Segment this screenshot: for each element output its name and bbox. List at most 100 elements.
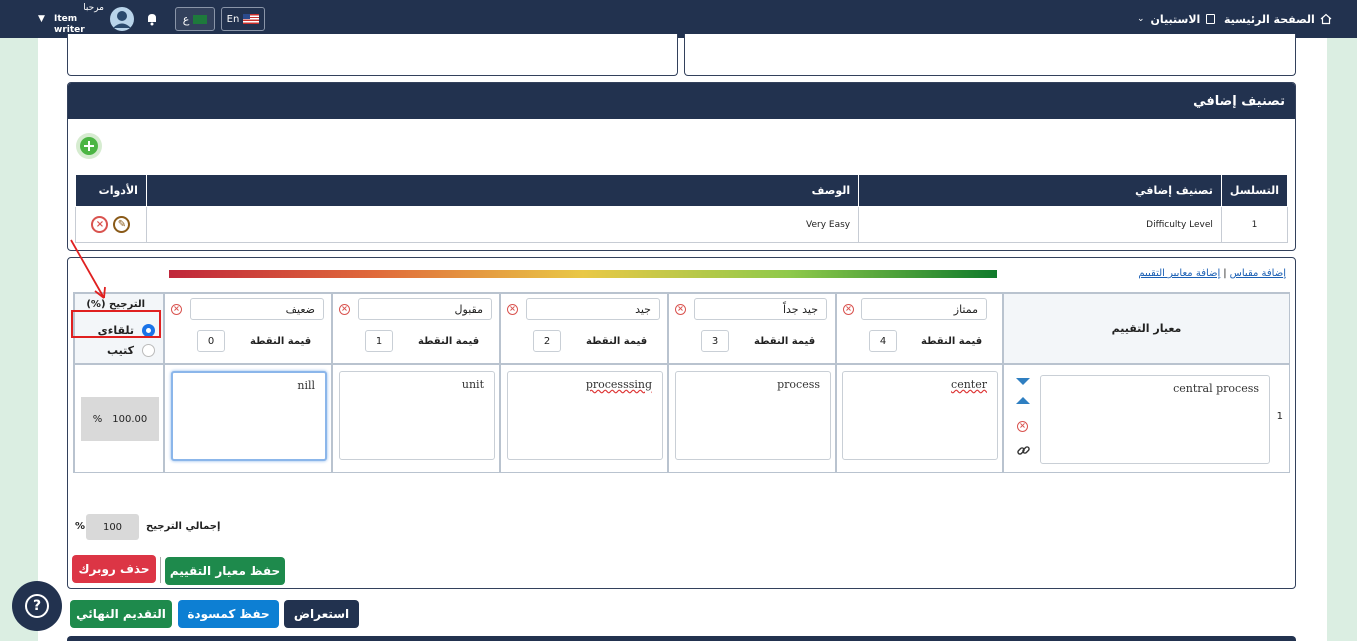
user-info[interactable]: مرحبا Item writer [54,0,104,38]
level-name-input[interactable]: ممتاز [861,298,987,320]
level-name-input[interactable]: ضعيف [190,298,324,320]
radio-unselected-icon[interactable] [142,343,155,357]
move-down-icon[interactable] [1016,378,1030,385]
descriptor-cell-1: process [668,364,836,473]
add-criteria-link[interactable]: إضافة معايير التقييم [1138,268,1220,279]
row-seq: 1 [1220,206,1289,243]
next-section-header [67,636,1296,641]
level-cell-2: × جيد قيمة النقطة 2 [500,293,668,364]
final-submit-button[interactable]: التقديم النهائي [70,600,172,628]
weight-writer-option[interactable]: كتيب [87,341,155,359]
edit-icon[interactable]: ✎ [113,216,131,233]
classification-title: تصنيف إضافي [1193,93,1285,109]
criterion-textarea[interactable]: central process [1040,375,1270,464]
weight-writer-label: كتيب [106,343,134,357]
total-weight-value: 100 [86,514,139,540]
lang-en-button[interactable]: En [221,7,265,31]
descriptor-text: center [951,378,987,391]
page-content: تصنيف إضافي التسلسل تصنيف إضافي الوصف ال… [38,34,1327,641]
row-index: 1 [1276,411,1283,422]
home-icon [1320,13,1332,25]
preview-button[interactable]: استعراض [284,600,359,628]
table-row: 1 Difficulty Level Very Easy ✎ × [75,206,1289,243]
help-button[interactable]: ? [12,581,62,631]
rubric-grid: معيار التقييم × ممتاز قيمة النقطة 4 × جي… [73,292,1290,473]
user-role: Item writer [54,13,85,35]
level-name-input[interactable]: مقبول [358,298,492,320]
descriptor-cell-4: nill [164,364,332,473]
point-value-input[interactable]: 3 [701,330,729,352]
classification-table: التسلسل تصنيف إضافي الوصف الأدوات 1 Diff… [75,174,1289,243]
remove-level-icon[interactable]: × [339,304,350,315]
saudi-flag-icon [193,14,208,24]
descriptor-textarea[interactable]: process [675,371,831,460]
survey-menu[interactable]: ⌄ الاستبيان [1137,0,1216,38]
criteria-header: معيار التقييم [1111,322,1182,335]
us-flag-icon [243,14,260,24]
point-value-input[interactable]: 4 [869,330,897,352]
lang-ar-button[interactable]: ع [175,7,215,31]
chevron-down-icon: ⌄ [1137,14,1145,24]
descriptor-cell-3: unit [332,364,500,473]
bell-icon[interactable] [145,0,159,38]
descriptor-textarea[interactable]: center [842,371,998,460]
level-cell-1: × جيد جداً قيمة النقطة 3 [668,293,836,364]
remove-level-icon[interactable]: × [675,304,686,315]
total-weight-unit: % [75,521,86,532]
remove-level-icon[interactable]: × [843,304,854,315]
total-weight-label: إجمالي الترجيح [146,521,221,532]
descriptor-text: processsing [585,378,652,391]
user-menu-toggle[interactable]: ▼ [38,0,45,38]
remove-criterion-icon[interactable]: × [1017,421,1028,432]
book-icon [1206,14,1216,24]
row-category: Difficulty Level [858,206,1222,243]
question-icon: ? [25,594,49,618]
lang-ar-label: ع [182,12,190,26]
annotation-highlight-box [71,310,161,338]
plus-icon [80,137,98,155]
point-value-label: قيمة النقطة [250,336,312,347]
descriptor-textarea-focused[interactable]: nill [171,371,327,461]
col-seq: التسلسل [1220,174,1289,207]
descriptor-cell-0: center [836,364,1003,473]
survey-label: الاستبيان [1150,12,1201,26]
delete-rubric-button[interactable]: حذف روبرك [72,555,156,583]
level-name-input[interactable]: جيد جداً [694,298,827,320]
user-greeting: مرحبا [83,2,104,13]
remove-level-icon[interactable]: × [171,304,182,315]
save-draft-button[interactable]: حفظ كمسودة [178,600,279,628]
move-up-icon[interactable] [1016,397,1030,404]
descriptor-textarea[interactable]: processsing [507,371,663,460]
point-value-input[interactable]: 2 [533,330,561,352]
link-icon[interactable] [1016,443,1031,458]
level-name-input[interactable]: جيد [526,298,660,320]
level-cell-0: × ممتاز قيمة النقطة 4 [836,293,1003,364]
descriptor-textarea[interactable]: unit [339,371,495,460]
weight-value: 100.00 [112,413,148,425]
delete-icon[interactable]: × [91,216,109,233]
level-cell-4: × ضعيف قيمة النقطة 0 [164,293,332,364]
point-value-label: قيمة النقطة [754,336,816,347]
point-value-input[interactable]: 1 [365,330,393,352]
home-link[interactable]: الصفحة الرئيسية [1224,0,1332,38]
button-divider [160,557,161,583]
remove-level-icon[interactable]: × [507,304,518,315]
weight-value-cell: % 100.00 [74,364,164,473]
avatar[interactable] [109,0,135,38]
point-value-input[interactable]: 0 [197,330,225,352]
point-value-label: قيمة النقطة [418,336,480,347]
col-description: الوصف [145,174,860,207]
add-scale-link[interactable]: إضافة مقياس [1230,268,1286,279]
criterion-cell: 1 central process × [1003,364,1290,473]
criteria-header-cell: معيار التقييم [1003,293,1290,364]
classification-header: تصنيف إضافي [68,83,1295,119]
point-value-label: قيمة النقطة [586,336,648,347]
weight-value-field[interactable]: % 100.00 [81,397,159,441]
gradient-scale-bar [169,270,997,278]
rubric-panel: إضافة معايير التقييم | إضافة مقياس معيار… [67,239,1296,589]
links-separator: | [1223,268,1227,279]
add-classification-button[interactable] [76,133,102,159]
save-criteria-button[interactable]: حفظ معيار التقييم [165,557,285,585]
top-left-panel [67,34,678,76]
classification-panel: تصنيف إضافي التسلسل تصنيف إضافي الوصف ال… [67,82,1296,251]
